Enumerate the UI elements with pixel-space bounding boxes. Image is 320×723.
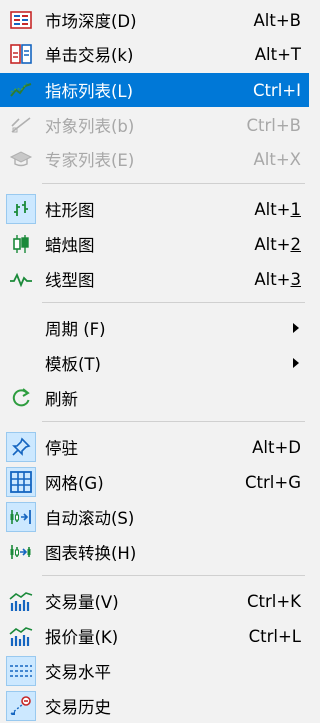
menu-item-template[interactable]: 模板(T): [0, 346, 309, 380]
bar-chart-icon: [6, 194, 36, 224]
one-click-trading-icon: [6, 39, 36, 69]
menu-item-one-click-trading[interactable]: 单击交易(k) Alt+T: [0, 37, 309, 71]
menu-item-label: 网格(G): [45, 474, 104, 493]
menu-item-shortcut: Alt+T: [254, 44, 301, 64]
menu-item-shortcut: Alt+D: [252, 437, 301, 457]
chart-shift-icon: [6, 537, 36, 567]
pin-icon: [6, 432, 36, 462]
menu-item-label: 线型图: [45, 271, 95, 290]
menu-item-objects-list[interactable]: 对象列表(b) Ctrl+B: [0, 108, 309, 142]
experts-list-icon: [6, 144, 36, 174]
refresh-icon: [6, 383, 36, 413]
submenu-arrow-icon: [293, 323, 299, 333]
menu-item-shortcut: Alt+X: [253, 149, 301, 169]
menu-item-line-chart[interactable]: 线型图 Alt+3: [0, 262, 309, 296]
menu-item-dock[interactable]: 停驻 Alt+D: [0, 430, 309, 464]
menu-item-label: 柱形图: [45, 201, 95, 220]
menu-item-label: 市场深度(D): [45, 12, 137, 31]
menu-separator: [42, 302, 305, 303]
menu-item-label: 专家列表(E): [45, 151, 135, 170]
trade-history-icon: [6, 691, 36, 721]
candlestick-icon: [6, 229, 36, 259]
menu-item-indicators-list[interactable]: 指标列表(L) Ctrl+I: [0, 73, 309, 107]
menu-item-label: 蜡烛图: [45, 236, 95, 255]
objects-list-icon: [6, 110, 36, 140]
menu-item-label: 刷新: [45, 390, 78, 409]
menu-item-label: 交易水平: [45, 663, 111, 682]
menu-item-label: 图表转换(H): [45, 544, 137, 563]
menu-item-candlestick[interactable]: 蜡烛图 Alt+2: [0, 227, 309, 261]
menu-item-trade-history[interactable]: 交易历史: [0, 689, 309, 723]
menu-item-trade-levels[interactable]: 交易水平: [0, 654, 309, 688]
menu-item-auto-scroll[interactable]: 自动滚动(S): [0, 500, 309, 534]
volume-icon: [6, 586, 36, 616]
menu-item-shortcut: Alt+2: [254, 234, 301, 254]
menu-item-volume[interactable]: 交易量(V) Ctrl+K: [0, 584, 309, 618]
menu-item-experts-list[interactable]: 专家列表(E) Alt+X: [0, 142, 309, 176]
context-menu: 市场深度(D) Alt+B 单击交易(k) Alt+T 指标列表(L) Ctrl…: [0, 0, 309, 721]
menu-item-shortcut: Ctrl+I: [252, 80, 301, 100]
menu-item-label: 对象列表(b): [45, 117, 135, 136]
menu-item-tick-volume[interactable]: 报价量(K) Ctrl+L: [0, 619, 309, 653]
menu-separator: [42, 421, 305, 422]
menu-item-shortcut: Ctrl+B: [246, 115, 301, 135]
market-depth-icon: [6, 5, 36, 35]
menu-item-bar-chart[interactable]: 柱形图 Alt+1: [0, 192, 309, 226]
auto-scroll-icon: [6, 502, 36, 532]
menu-separator: [42, 183, 305, 184]
line-chart-icon: [6, 264, 36, 294]
grid-icon: [6, 467, 36, 497]
menu-item-shortcut: Ctrl+K: [246, 591, 301, 611]
menu-item-label: 模板(T): [45, 355, 101, 374]
menu-item-shortcut: Alt+B: [253, 10, 302, 30]
menu-item-shortcut: Ctrl+L: [248, 626, 301, 646]
menu-item-period[interactable]: 周期 (F): [0, 311, 309, 345]
menu-item-label: 停驻: [45, 439, 78, 458]
menu-item-shortcut: Ctrl+G: [245, 472, 301, 492]
menu-item-label: 单击交易(k): [45, 46, 134, 65]
indicators-list-icon: [6, 75, 36, 105]
menu-item-market-depth[interactable]: 市场深度(D) Alt+B: [0, 3, 309, 37]
trade-levels-icon: [6, 656, 36, 686]
menu-item-label: 报价量(K): [45, 628, 119, 647]
menu-separator: [42, 575, 305, 576]
menu-item-label: 交易历史: [45, 698, 111, 717]
menu-item-label: 指标列表(L): [45, 82, 134, 101]
menu-item-refresh[interactable]: 刷新: [0, 381, 309, 415]
menu-item-label: 自动滚动(S): [45, 509, 135, 528]
menu-item-shortcut: Alt+3: [254, 269, 301, 289]
menu-item-shortcut: Alt+1: [254, 199, 301, 219]
menu-item-label: 交易量(V): [45, 593, 119, 612]
menu-item-label: 周期 (F): [45, 320, 106, 339]
tick-volume-icon: [6, 621, 36, 651]
menu-item-chart-shift[interactable]: 图表转换(H): [0, 535, 309, 569]
submenu-arrow-icon: [293, 358, 299, 368]
menu-item-grid[interactable]: 网格(G) Ctrl+G: [0, 465, 309, 499]
